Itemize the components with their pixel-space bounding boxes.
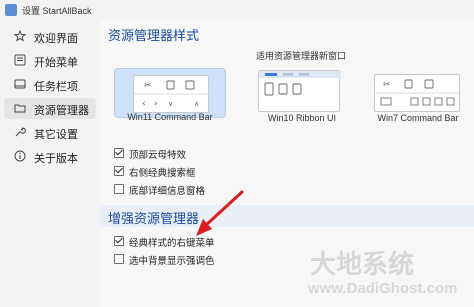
settings-window: 设置 StartAllBack 欢迎界面 开始菜单 任务栏项 资源管理器 其它设… xyxy=(0,0,474,307)
watermark-line1: 大地系统 xyxy=(310,249,415,279)
watermark-line2: www.DadiGhost.com xyxy=(308,280,458,297)
watermark: 大地系统 www.DadiGhost.com xyxy=(250,240,474,307)
